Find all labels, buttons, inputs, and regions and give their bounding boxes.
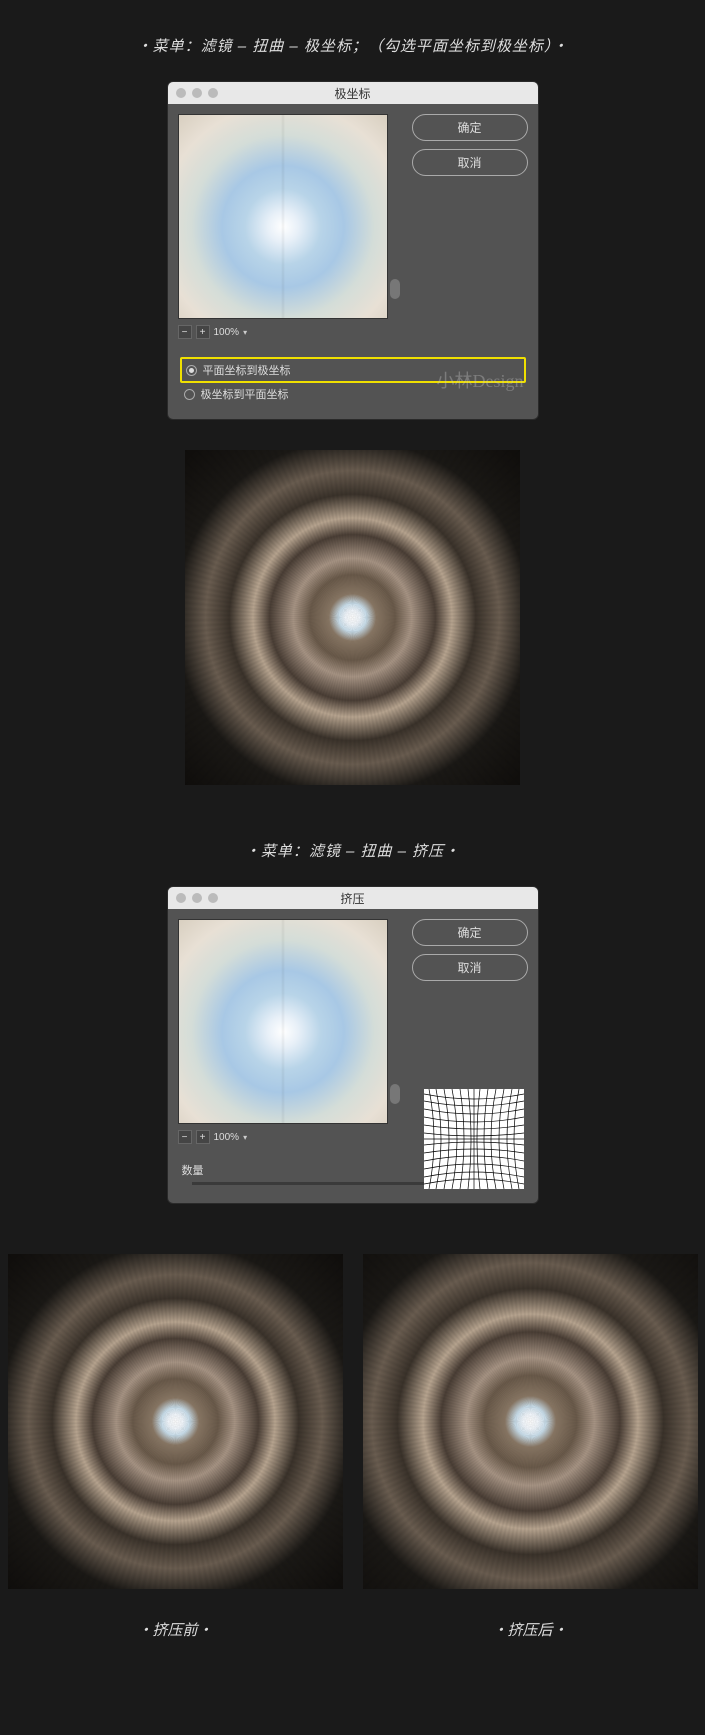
amount-label: 数量: [182, 1162, 204, 1178]
zoom-level: 100%: [214, 1132, 240, 1143]
zoom-out-button[interactable]: −: [178, 325, 192, 339]
instruction-text-2: ・菜单：滤镜 – 扭曲 – 挤压・: [0, 825, 705, 876]
polar-dialog: 极坐标 − + 100% ▾ 确定 取消 平面坐标到极坐标: [167, 81, 539, 420]
zoom-in-button[interactable]: +: [196, 325, 210, 339]
after-image: [363, 1254, 698, 1589]
zoom-in-button[interactable]: +: [196, 1130, 210, 1144]
instruction-text-1: ・菜单：滤镜 – 扭曲 – 极坐标；（勾选平面坐标到极坐标）・: [0, 20, 705, 71]
watermark: 小林Design: [437, 367, 524, 393]
before-image: [8, 1254, 343, 1589]
radio-label: 极坐标到平面坐标: [201, 386, 289, 402]
zoom-out-button[interactable]: −: [178, 1130, 192, 1144]
preview-image[interactable]: [178, 114, 388, 319]
chevron-down-icon[interactable]: ▾: [243, 328, 247, 337]
vertical-scrollbar[interactable]: [388, 919, 402, 1124]
zoom-level: 100%: [214, 327, 240, 338]
cancel-button[interactable]: 取消: [412, 954, 528, 981]
pinch-dialog: 挤压 − + 100% ▾ 确定 取消 数量 54 %: [167, 886, 539, 1204]
dialog-title: 挤压: [168, 890, 538, 907]
ok-button[interactable]: 确定: [412, 114, 528, 141]
polar-result-image: [185, 450, 520, 785]
after-label: ・挤压后・: [363, 1619, 698, 1640]
radio-label: 平面坐标到极坐标: [203, 362, 291, 378]
radio-icon: [186, 365, 197, 376]
cancel-button[interactable]: 取消: [412, 149, 528, 176]
before-label: ・挤压前・: [8, 1619, 343, 1640]
dialog-title: 极坐标: [168, 85, 538, 102]
distortion-grid-preview: [424, 1089, 524, 1189]
radio-icon: [184, 389, 195, 400]
preview-image[interactable]: [178, 919, 388, 1124]
vertical-scrollbar[interactable]: [388, 114, 402, 319]
titlebar[interactable]: 挤压: [168, 887, 538, 909]
chevron-down-icon[interactable]: ▾: [243, 1133, 247, 1142]
titlebar[interactable]: 极坐标: [168, 82, 538, 104]
ok-button[interactable]: 确定: [412, 919, 528, 946]
